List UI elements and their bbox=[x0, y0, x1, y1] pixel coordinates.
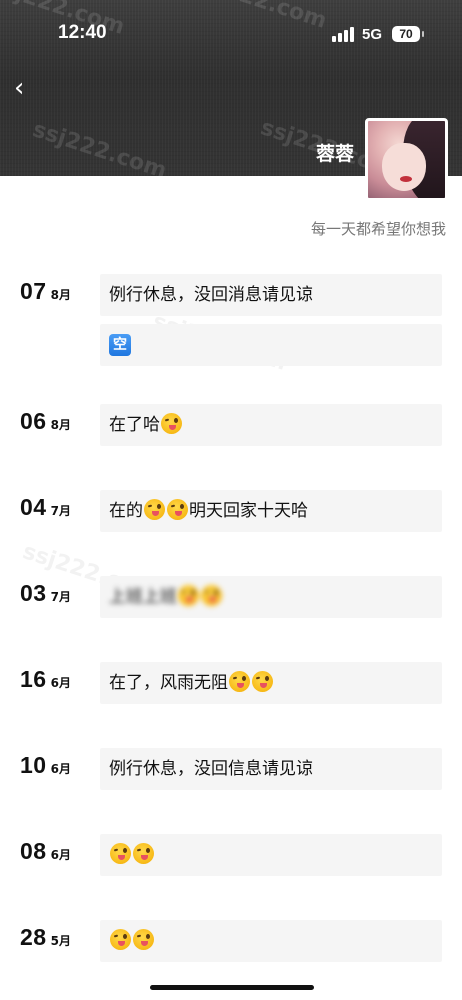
avatar[interactable] bbox=[365, 118, 448, 201]
post-day: 28 bbox=[20, 924, 47, 950]
post-month: 7月 bbox=[50, 504, 71, 518]
signal-icon bbox=[332, 26, 354, 42]
post-date: 06 8月 bbox=[20, 408, 71, 435]
post-text: 在了哈 bbox=[109, 415, 160, 435]
post-text: 在了，风雨无阻 bbox=[109, 673, 228, 693]
post-date: 07 8月 bbox=[20, 278, 71, 305]
home-indicator[interactable] bbox=[150, 985, 314, 990]
network-label: 5G bbox=[362, 26, 383, 43]
post-month: 6月 bbox=[50, 762, 71, 776]
post-month: 6月 bbox=[50, 848, 71, 862]
post-card[interactable]: 例行休息，没回信息请见谅 bbox=[100, 748, 442, 790]
post-text: 明天回家十天哈 bbox=[189, 501, 308, 521]
post-card[interactable]: 在了，风雨无阻 bbox=[100, 662, 442, 704]
post-text: 例行休息，没回信息请见谅 bbox=[109, 759, 313, 779]
post-day: 04 bbox=[20, 494, 47, 520]
post-card[interactable] bbox=[100, 834, 442, 876]
post-month: 5月 bbox=[50, 934, 71, 948]
wink-tongue-emoji-icon bbox=[252, 671, 273, 692]
wink-tongue-emoji-icon bbox=[178, 585, 199, 606]
post-day: 07 bbox=[20, 278, 47, 304]
wink-tongue-emoji-icon bbox=[167, 499, 188, 520]
wink-tongue-emoji-icon bbox=[161, 413, 182, 434]
post-month: 8月 bbox=[50, 418, 71, 432]
post-date: 10 6月 bbox=[20, 752, 71, 779]
battery-icon: 70 bbox=[392, 26, 424, 42]
post-text: 上班上班 bbox=[109, 587, 177, 607]
post-card[interactable] bbox=[100, 920, 442, 962]
post-card[interactable]: 在了哈 bbox=[100, 404, 442, 446]
wink-tongue-emoji-icon bbox=[110, 843, 131, 864]
post-day: 16 bbox=[20, 666, 47, 692]
post-date: 08 6月 bbox=[20, 838, 71, 865]
post-date: 16 6月 bbox=[20, 666, 71, 693]
post-date: 28 5月 bbox=[20, 924, 71, 951]
wink-tongue-emoji-icon bbox=[229, 671, 250, 692]
post-card[interactable]: 上班上班 bbox=[100, 576, 442, 618]
back-button[interactable]: ‹ bbox=[14, 74, 42, 102]
status-time: 12:40 bbox=[58, 22, 107, 43]
signature-text: 每一天都希望你想我 bbox=[310, 220, 446, 238]
wink-tongue-emoji-icon bbox=[133, 929, 154, 950]
chevron-left-icon: ‹ bbox=[14, 73, 25, 103]
post-month: 7月 bbox=[50, 590, 71, 604]
user-name: 蓉蓉 bbox=[315, 143, 354, 165]
post-date: 04 7月 bbox=[20, 494, 71, 521]
post-month: 8月 bbox=[50, 288, 71, 302]
post-month: 6月 bbox=[50, 676, 71, 690]
post-date: 03 7月 bbox=[20, 580, 71, 607]
kong-badge-icon: 空 bbox=[109, 334, 131, 356]
post-card[interactable]: 空 bbox=[100, 324, 442, 366]
post-day: 10 bbox=[20, 752, 47, 778]
post-day: 08 bbox=[20, 838, 47, 864]
status-bar: 12:40 5G 70 bbox=[0, 0, 462, 64]
wink-tongue-emoji-icon bbox=[144, 499, 165, 520]
post-text: 在的 bbox=[109, 501, 143, 521]
post-card[interactable]: 例行休息，没回消息请见谅 bbox=[100, 274, 442, 316]
post-day: 06 bbox=[20, 408, 47, 434]
post-text: 例行休息，没回消息请见谅 bbox=[109, 285, 313, 305]
wink-tongue-emoji-icon bbox=[110, 929, 131, 950]
post-card[interactable]: 在的 明天回家十天哈 bbox=[100, 490, 442, 532]
wink-tongue-emoji-icon bbox=[201, 585, 222, 606]
wink-tongue-emoji-icon bbox=[133, 843, 154, 864]
watermark: ssj222.com bbox=[29, 117, 170, 176]
post-day: 03 bbox=[20, 580, 47, 606]
